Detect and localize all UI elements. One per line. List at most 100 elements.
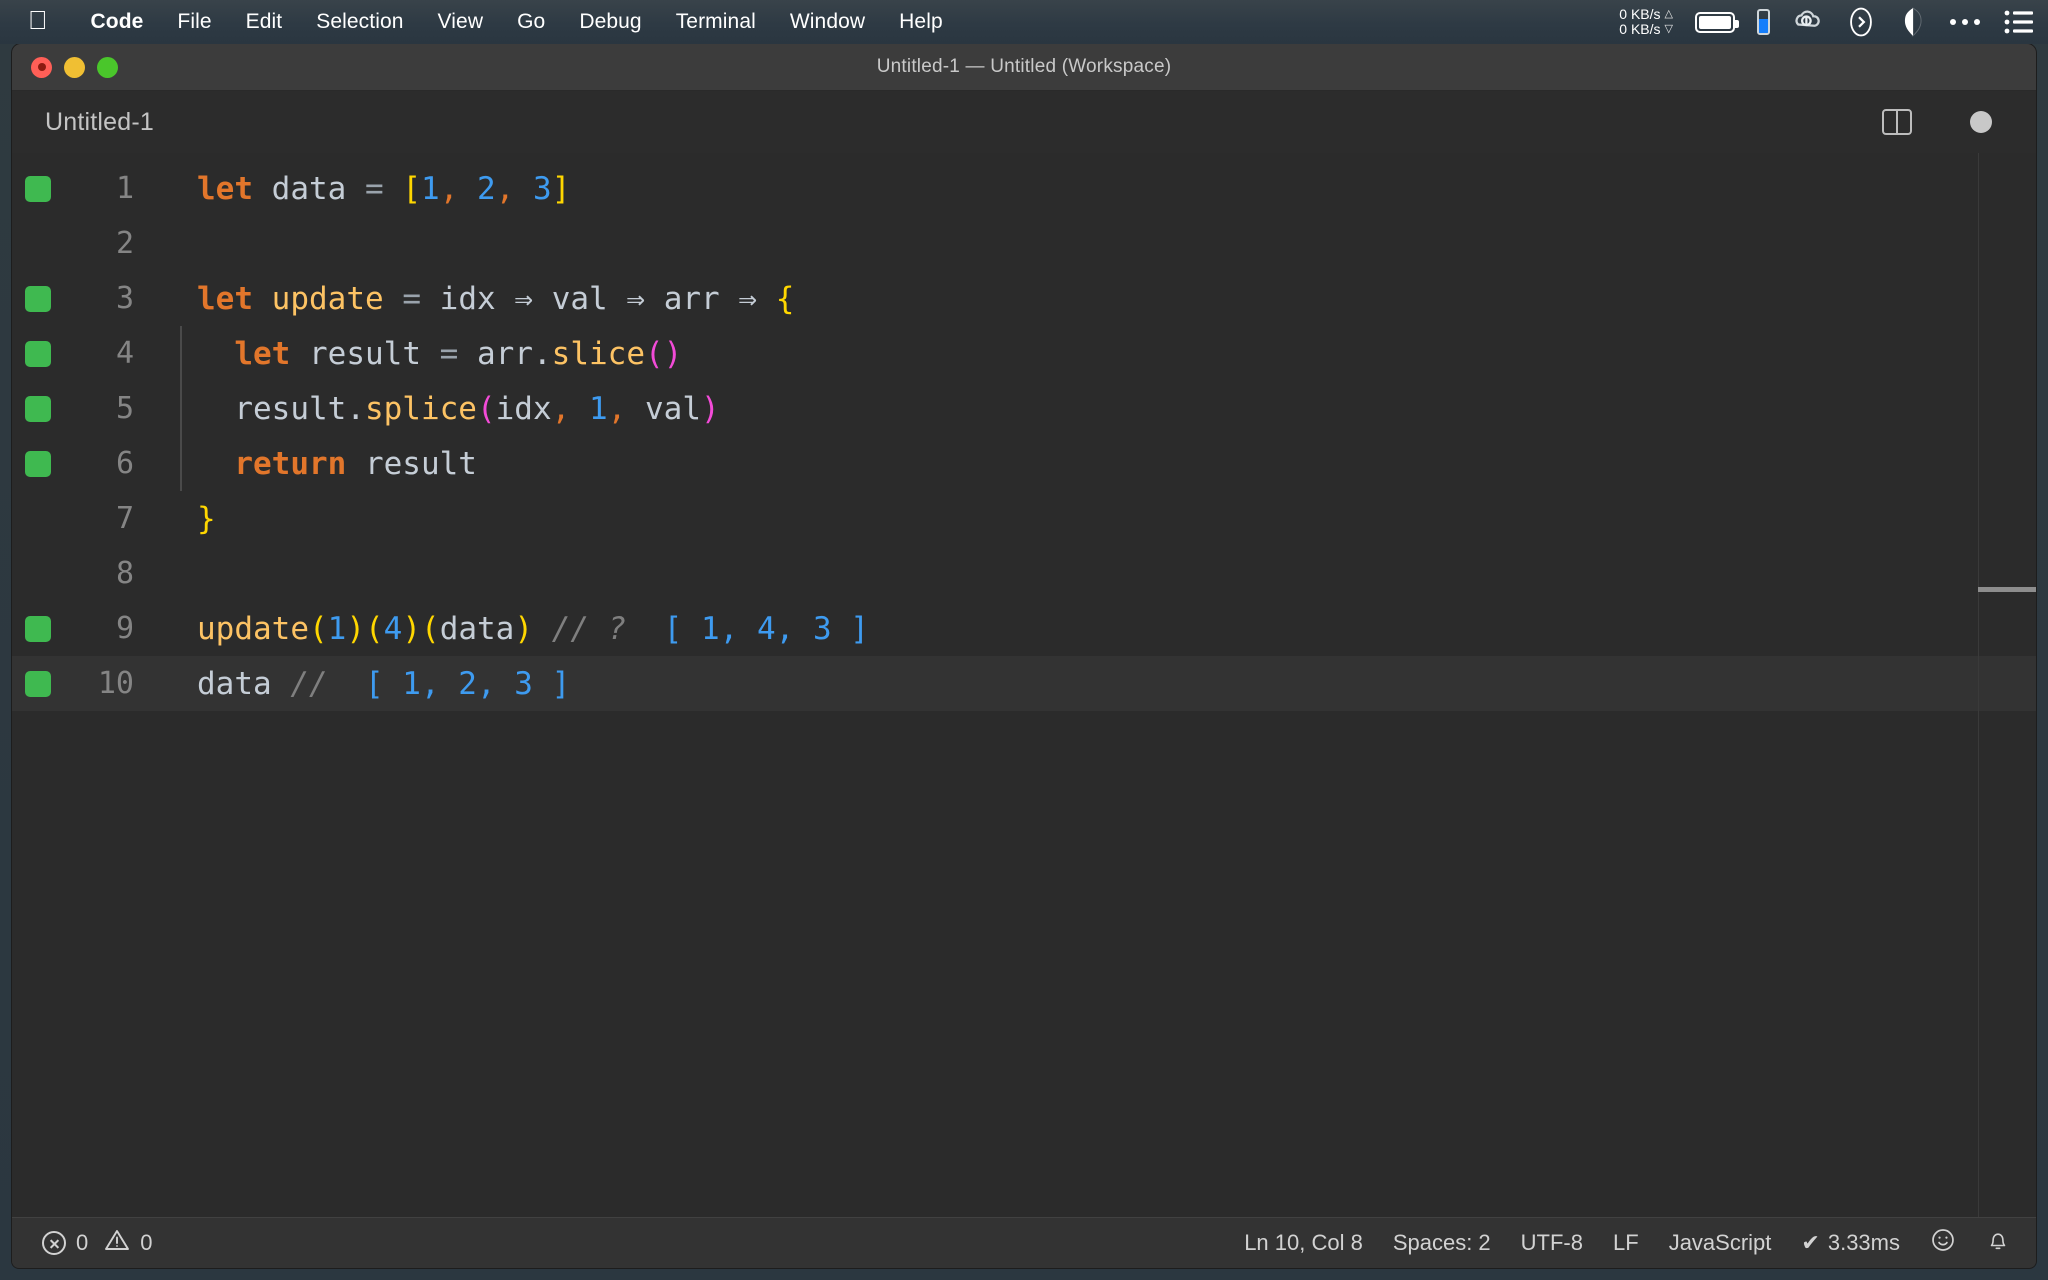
gutter-execution-marker <box>25 450 51 477</box>
code-editor[interactable]: 1 let data = [1, 2, 3] 2 3 let update = idx … <box>12 153 2036 1217</box>
menu-item-view[interactable]: View <box>421 10 501 34</box>
code-line[interactable]: 6 return result <box>12 436 2036 491</box>
code-token: ⇒ <box>626 280 646 317</box>
menu-item-debug[interactable]: Debug <box>562 10 658 34</box>
indent-guide <box>180 326 182 491</box>
menu-item-window[interactable]: Window <box>773 10 882 34</box>
code-token: 2 <box>477 170 496 207</box>
encoding[interactable]: UTF-8 <box>1521 1230 1583 1256</box>
code-token: result <box>234 390 347 427</box>
apple-logo-icon[interactable]:  <box>28 7 48 33</box>
gutter-execution-marker <box>25 175 51 202</box>
code-line[interactable]: 10 data // [ 1, 2, 3 ] <box>12 656 2036 711</box>
code-line[interactable]: 2 <box>12 216 2036 271</box>
maximize-window-button[interactable] <box>97 56 118 78</box>
code-token: val <box>645 390 701 427</box>
code-line[interactable]: 8 <box>12 546 2036 601</box>
code-token: ( <box>365 610 384 647</box>
status-bar: 0 0 Ln 10, Col 8 Spaces: 2 UTF-8 LF Java… <box>12 1217 2036 1268</box>
code-token: ) <box>701 390 720 427</box>
menu-item-file[interactable]: File <box>160 10 228 34</box>
network-speed-indicator[interactable]: 0 KB/s 0 KB/s △ ▽ <box>1619 7 1673 37</box>
chevron-circle-icon[interactable] <box>1844 5 1878 39</box>
code-token: , <box>607 390 627 427</box>
menu-item-help[interactable]: Help <box>882 10 960 34</box>
tab-untitled-1[interactable]: Untitled-1 <box>12 91 184 153</box>
code-line[interactable]: 4 let result = arr.slice() <box>12 326 2036 381</box>
code-line[interactable]: 7} <box>12 491 2036 546</box>
split-editor-icon[interactable] <box>1882 109 1912 135</box>
eol-mode[interactable]: LF <box>1613 1230 1639 1256</box>
code-token: ( <box>421 610 440 647</box>
menu-item-terminal[interactable]: Terminal <box>659 10 773 34</box>
ellipsis-icon[interactable] <box>1948 16 1982 28</box>
smiley-icon[interactable] <box>1930 1227 1956 1259</box>
code-line[interactable]: 5 result.splice(idx, 1, val) <box>12 381 2036 436</box>
code-token: let <box>197 170 253 207</box>
code-line[interactable]: 3 let update = idx ⇒ val ⇒ arr ⇒ { <box>12 271 2036 326</box>
code-token: ) <box>402 610 422 647</box>
code-token: arr <box>477 335 533 372</box>
indentation[interactable]: Spaces: 2 <box>1393 1230 1491 1256</box>
code-token: ( <box>645 335 664 372</box>
code-token: let <box>197 280 253 317</box>
warning-count[interactable]: 0 <box>140 1230 152 1256</box>
window-title-bar: Untitled-1 — Untitled (Workspace) <box>12 44 2036 91</box>
code-token: ] <box>551 170 571 207</box>
code-line[interactable]: 9 update(1)(4)(data) // ? [ 1, 4, 3 ] <box>12 601 2036 656</box>
status-bar-right: Ln 10, Col 8 Spaces: 2 UTF-8 LF JavaScri… <box>1244 1227 2010 1259</box>
menu-item-code[interactable]: Code <box>74 10 161 34</box>
code-line-text: update(1)(4)(data) // ? [ 1, 4, 3 ] <box>149 611 869 647</box>
code-token: = <box>439 335 459 372</box>
vscode-window: Untitled-1 — Untitled (Workspace) Untitl… <box>12 44 2036 1268</box>
unsaved-dot-icon[interactable] <box>1970 111 1992 133</box>
menu-item-go[interactable]: Go <box>500 10 562 34</box>
close-window-button[interactable] <box>31 56 52 78</box>
battery-icon[interactable] <box>1695 11 1739 33</box>
error-circle-icon[interactable] <box>42 1231 66 1255</box>
shield-icon[interactable] <box>1900 7 1926 37</box>
code-token: 1 <box>588 390 608 427</box>
warning-triangle-icon[interactable] <box>104 1228 130 1258</box>
menu-item-edit[interactable]: Edit <box>229 10 300 34</box>
code-token: . <box>533 335 552 372</box>
tab-label: Untitled-1 <box>45 107 154 136</box>
code-token: // <box>290 665 328 702</box>
cloud-sync-icon[interactable] <box>1792 7 1822 37</box>
code-token: slice <box>551 335 645 372</box>
quokka-status[interactable]: ✔ 3.33ms <box>1801 1230 1900 1256</box>
code-token: ) <box>346 610 365 647</box>
bell-icon[interactable] <box>1986 1227 2010 1259</box>
editor-actions-group <box>1882 109 1992 135</box>
minimize-window-button[interactable] <box>64 56 85 78</box>
phone-battery-icon[interactable] <box>1757 9 1770 35</box>
code-token: val <box>551 280 608 317</box>
overview-ruler[interactable] <box>1978 153 2036 1217</box>
code-token: ⇒ <box>514 280 534 317</box>
code-token: 4 <box>383 610 403 647</box>
code-token: update <box>271 280 384 317</box>
cursor-position[interactable]: Ln 10, Col 8 <box>1244 1230 1363 1256</box>
error-count[interactable]: 0 <box>76 1230 88 1256</box>
code-line[interactable]: 1 let data = [1, 2, 3] <box>12 161 2036 216</box>
code-token: 3 <box>533 170 552 207</box>
code-token: idx <box>439 280 496 317</box>
code-token: result <box>364 445 477 482</box>
language-mode[interactable]: JavaScript <box>1669 1230 1772 1256</box>
menu-item-selection[interactable]: Selection <box>299 10 420 34</box>
list-menu-icon[interactable] <box>2004 9 2034 35</box>
